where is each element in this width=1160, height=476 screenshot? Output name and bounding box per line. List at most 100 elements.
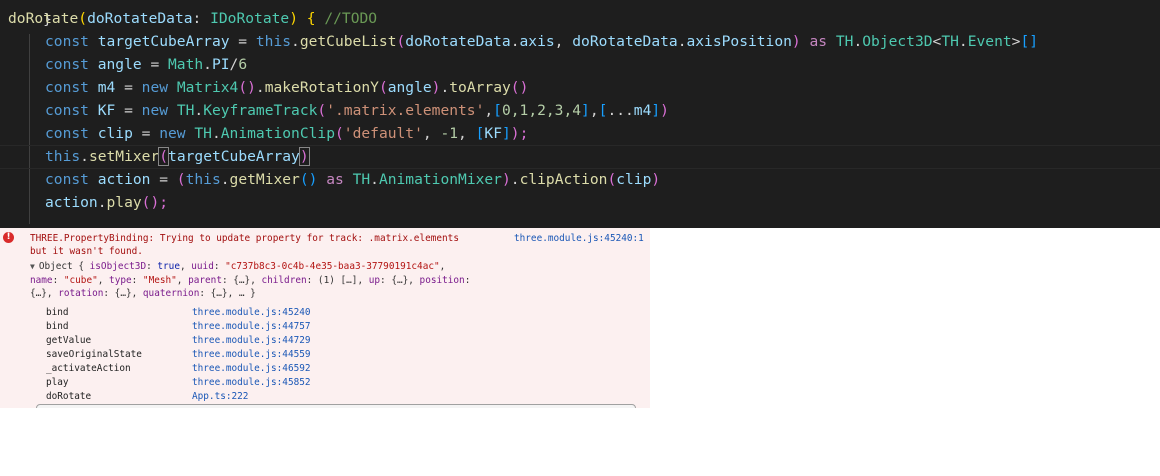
code-token: doRotateData bbox=[87, 10, 193, 27]
error-source-link[interactable]: three.module.js:45240:1 bbox=[514, 232, 644, 245]
object-key: name bbox=[30, 275, 53, 286]
code-token: . bbox=[80, 148, 89, 165]
code-token: . bbox=[220, 171, 230, 188]
code-token: setMixer bbox=[88, 148, 160, 165]
code-token: , bbox=[422, 125, 441, 142]
code-editor[interactable]: } doRotate(doRotateData: IDoRotate) { //… bbox=[0, 0, 1160, 228]
code-token: new bbox=[141, 79, 177, 96]
code-token: ( bbox=[317, 102, 327, 119]
code-token: = bbox=[229, 33, 256, 50]
code-token: ] bbox=[501, 125, 511, 142]
code-token: action bbox=[97, 171, 151, 188]
code-token: . bbox=[203, 56, 212, 73]
code-line-9: action.play(); bbox=[45, 191, 168, 214]
expand-triangle-icon[interactable]: ▼ bbox=[30, 262, 35, 271]
object-key: children bbox=[261, 275, 307, 286]
code-token: AnimationMixer bbox=[378, 171, 502, 188]
code-string: 'default' bbox=[343, 125, 423, 142]
code-token: this bbox=[45, 148, 81, 165]
code-token: const bbox=[45, 33, 98, 50]
code-token: TH bbox=[835, 33, 854, 50]
code-token: doRotateData bbox=[572, 33, 678, 50]
error-icon: ! bbox=[3, 232, 14, 243]
code-token: makeRotationY bbox=[264, 79, 379, 96]
object-token: : bbox=[131, 275, 143, 286]
code-token: PI bbox=[211, 56, 230, 73]
code-token: TH bbox=[176, 102, 195, 119]
bracket-match-open: ( bbox=[158, 147, 170, 166]
code-token: angle bbox=[97, 56, 142, 73]
stack-function: _activateAction bbox=[46, 363, 131, 374]
code-token: , bbox=[458, 125, 476, 142]
code-token: ] bbox=[581, 102, 590, 119]
object-token: , bbox=[97, 275, 110, 286]
code-token: , bbox=[484, 102, 494, 119]
stack-location-link[interactable]: three.module.js:44559 bbox=[192, 348, 311, 362]
object-token: : bbox=[464, 275, 471, 286]
code-token: : bbox=[192, 10, 211, 27]
code-token: this bbox=[185, 171, 221, 188]
code-token: ) bbox=[289, 10, 298, 27]
horizontal-scrollbar[interactable] bbox=[36, 404, 636, 408]
object-key: type bbox=[109, 275, 132, 286]
code-token: (); bbox=[141, 194, 169, 211]
code-token: KF bbox=[97, 102, 116, 119]
stack-location-link[interactable]: three.module.js:44757 bbox=[192, 320, 311, 334]
code-token: () bbox=[510, 79, 529, 96]
code-token: ) bbox=[660, 102, 669, 119]
indent-guide bbox=[29, 34, 30, 224]
object-token: : {…}, bbox=[221, 275, 262, 286]
code-token: new bbox=[159, 125, 195, 142]
code-token: clip bbox=[97, 125, 133, 142]
code-token: const bbox=[45, 102, 98, 119]
code-token: TH bbox=[352, 171, 371, 188]
object-token: : bbox=[52, 275, 64, 286]
code-token: as bbox=[800, 33, 836, 50]
code-token: getCubeList bbox=[299, 33, 397, 50]
code-token: axisPosition bbox=[686, 33, 792, 50]
bracket-match-close: ) bbox=[298, 147, 310, 166]
code-token: getMixer bbox=[229, 171, 300, 188]
code-token: new bbox=[141, 102, 177, 119]
code-token: IDoRotate bbox=[210, 10, 290, 27]
code-token: ( bbox=[335, 125, 344, 142]
code-token: . bbox=[211, 125, 221, 142]
error-message[interactable]: THREE.PropertyBinding: Trying to update … bbox=[30, 232, 459, 245]
code-token: ( bbox=[607, 171, 617, 188]
stack-location-link[interactable]: App.ts:222 bbox=[192, 390, 248, 404]
object-preview-line-1[interactable]: ▼ Object { isObject3D: true, uuid: "c737b… bbox=[30, 260, 445, 273]
code-token: targetCubeArray bbox=[168, 148, 300, 165]
code-token: . bbox=[370, 171, 379, 188]
code-token: () bbox=[299, 171, 318, 188]
code-string: '.matrix.elements' bbox=[326, 102, 485, 119]
code-token: = bbox=[115, 102, 142, 119]
object-token: {…}, bbox=[30, 288, 59, 299]
code-token: toArray bbox=[449, 79, 511, 96]
code-token: ... bbox=[607, 102, 634, 119]
stack-location-link[interactable]: three.module.js:45852 bbox=[192, 376, 311, 390]
stack-location-link[interactable]: three.module.js:44729 bbox=[192, 334, 311, 348]
code-token: [ bbox=[493, 102, 502, 119]
object-preview-line-3: {…}, rotation: {…}, quaternion: {…}, … } bbox=[30, 287, 256, 300]
code-token: ) bbox=[791, 33, 801, 50]
code-token: ) bbox=[501, 171, 511, 188]
code-token: as bbox=[317, 171, 353, 188]
code-token: TH bbox=[941, 33, 959, 50]
code-token: const bbox=[45, 56, 98, 73]
object-preview-line-2: name: "cube", type: "Mesh", parent: {…},… bbox=[30, 274, 470, 287]
code-token: ] bbox=[651, 102, 661, 119]
stack-function: saveOriginalState bbox=[46, 349, 142, 360]
stack-location-link[interactable]: three.module.js:45240 bbox=[192, 306, 311, 320]
code-token: play bbox=[106, 194, 142, 211]
code-line-1: doRotate(doRotateData: IDoRotate) { //TO… bbox=[8, 7, 377, 30]
object-key: parent bbox=[188, 275, 222, 286]
code-token: = bbox=[115, 79, 142, 96]
code-token: 6 bbox=[238, 56, 248, 73]
code-token: const bbox=[45, 171, 98, 188]
object-token: Object { bbox=[38, 261, 90, 272]
code-token: , bbox=[554, 33, 573, 50]
stack-location-link[interactable]: three.module.js:46592 bbox=[192, 362, 311, 376]
code-token: ( bbox=[396, 33, 406, 50]
code-token: . bbox=[853, 33, 863, 50]
object-token: : (1) […], bbox=[306, 275, 369, 286]
